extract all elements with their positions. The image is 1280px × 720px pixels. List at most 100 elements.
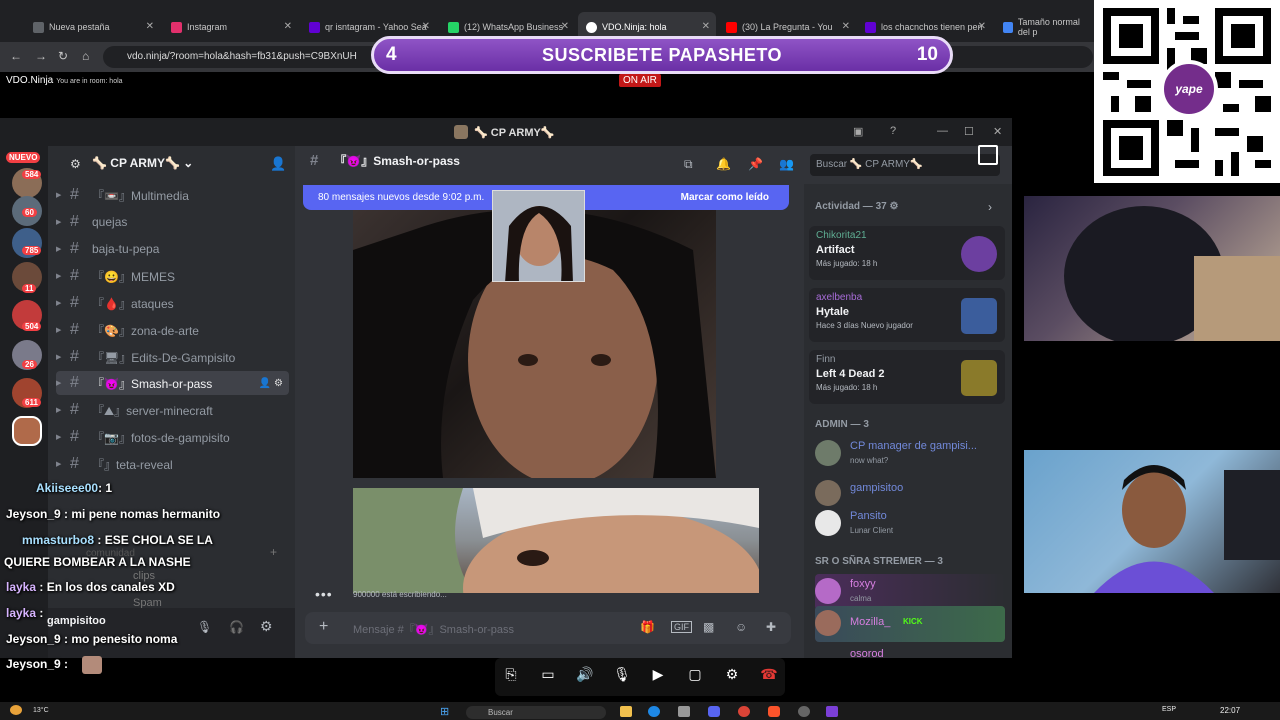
activity-game: Left 4 Dead 2 <box>816 368 885 380</box>
channel-label: quejas <box>92 215 128 229</box>
channel-item[interactable]: ▶ # quejas <box>56 210 289 234</box>
back-arrow-icon[interactable]: ← <box>10 49 22 63</box>
close-icon[interactable]: ✕ <box>284 21 292 32</box>
taskbar-search[interactable]: Buscar <box>466 706 606 719</box>
gif-icon[interactable]: GIF <box>671 621 692 633</box>
store-icon[interactable] <box>678 706 690 717</box>
speaker-icon[interactable]: 🔊 <box>574 666 596 688</box>
help-icon[interactable]: ? <box>890 125 896 137</box>
screen-share-icon[interactable]: ▢ <box>684 666 706 688</box>
channel-item[interactable]: ▶ # 『⛰』server-minecraft <box>56 398 289 422</box>
language-indicator[interactable]: ESP <box>1162 706 1176 713</box>
fullscreen-icon[interactable] <box>978 145 998 165</box>
gear-icon[interactable]: ⚙ <box>70 157 81 171</box>
channel-item[interactable]: ▶ # baja-tu-pepa <box>56 237 289 261</box>
close-window-icon[interactable]: ✕ <box>993 125 1002 138</box>
stream-chat-line: Jeyson_9 : mo penesito noma <box>6 632 177 646</box>
app-icon[interactable] <box>826 706 838 717</box>
settings-icon[interactable]: ⚙ <box>721 666 743 688</box>
camera-icon[interactable]: ▶ <box>647 666 669 688</box>
inbox-icon[interactable]: ▣ <box>853 125 863 138</box>
message-input[interactable]: Mensaje #『😈』Smash-or-pass <box>353 621 514 637</box>
gear-icon[interactable]: ⚙ <box>889 201 898 212</box>
webcam-feed <box>1024 450 1280 593</box>
discord-icon[interactable] <box>708 706 720 717</box>
obs-icon[interactable] <box>798 706 810 717</box>
close-icon[interactable]: ✕ <box>842 21 850 32</box>
edge-icon[interactable] <box>648 706 660 717</box>
new-messages-text: 80 mensajes nuevos desde 9:02 p.m. <box>318 192 485 203</box>
activity-user: Finn <box>816 354 836 365</box>
close-icon[interactable]: ✕ <box>978 21 986 32</box>
file-share-icon[interactable]: ⎘ <box>500 666 522 688</box>
add-member-icon[interactable]: 👤 <box>270 156 286 172</box>
apps-icon[interactable]: ✚ <box>766 620 776 634</box>
microphone-icon[interactable]: 🎙 <box>611 666 633 688</box>
chat-user: Jeyson_9 <box>6 657 61 671</box>
windows-start-icon[interactable]: ⊞ <box>440 705 449 718</box>
forward-arrow-icon[interactable]: → <box>35 49 47 63</box>
members-icon[interactable]: 👥 <box>779 157 794 171</box>
sticker-icon[interactable]: ▩ <box>703 620 714 634</box>
member-item[interactable]: osorod <box>815 644 1005 658</box>
chevron-right-icon[interactable]: › <box>988 200 992 214</box>
plus-icon[interactable]: + <box>319 618 328 636</box>
reload-icon[interactable]: ↻ <box>58 49 68 63</box>
chrome-icon[interactable] <box>738 706 750 717</box>
channel-item[interactable]: ▶ # 『🎨』zona-de-arte <box>56 318 289 342</box>
clock[interactable]: 22:07 <box>1220 706 1240 715</box>
channel-item[interactable]: ▶ # 『🖥』Edits-De-Gampisito <box>56 345 289 369</box>
member-item[interactable]: Mozilla_ KICK <box>815 606 1005 642</box>
channel-item[interactable]: ▶ # 『』teta-reveal <box>56 452 289 476</box>
gift-icon[interactable]: 🎁 <box>640 620 655 634</box>
member-item[interactable]: CP manager de gampisi... now what? <box>815 436 1005 472</box>
channel-item[interactable]: ▶ # 『📼』Multimedia <box>56 183 289 207</box>
channel-item[interactable]: ▶ # 『📷』fotos-de-gampisito <box>56 425 289 449</box>
game-icon <box>961 360 997 396</box>
activity-card[interactable]: axelbenba Hytale Hace 3 días Nuevo jugad… <box>809 288 1005 342</box>
file-explorer-icon[interactable] <box>620 706 632 717</box>
bell-icon[interactable]: 🔔 <box>716 157 731 171</box>
close-icon[interactable]: ✕ <box>422 21 430 32</box>
channel-item[interactable]: ▶ # 『🩸』ataques <box>56 291 289 315</box>
brave-icon[interactable] <box>768 706 780 717</box>
emoji-icon[interactable]: ☺ <box>735 620 747 634</box>
channel-label: 『🎨』zona-de-arte <box>92 323 199 338</box>
member-item[interactable]: foxyy calma <box>815 574 1005 610</box>
webcam-scene <box>1094 465 1280 593</box>
browser-tab[interactable]: Instagram ✕ <box>163 12 298 42</box>
activity-header-text: Actividad — 37 <box>815 201 887 212</box>
hangup-icon[interactable]: ☎ <box>758 666 780 688</box>
home-icon[interactable]: ⌂ <box>82 49 89 63</box>
guild-name[interactable]: 🦴 CP ARMY🦴 ⌄ <box>92 156 193 170</box>
chat-icon[interactable]: ▭ <box>537 666 559 688</box>
close-icon[interactable]: ✕ <box>146 21 154 32</box>
pin-icon[interactable]: 📌 <box>748 157 763 171</box>
member-item[interactable]: Pansito Lunar Client <box>815 506 1005 542</box>
minimize-icon[interactable]: — <box>937 125 948 137</box>
mark-read-button[interactable]: Marcar como leído <box>681 192 769 203</box>
headphones-icon[interactable]: 🎧 <box>229 620 244 634</box>
server-icon-active[interactable] <box>12 416 42 446</box>
channel-item[interactable]: ▶ # 『😀』MEMES <box>56 264 289 288</box>
member-name: Pansito <box>850 510 887 522</box>
chevron-right-icon: ▶ <box>56 300 62 307</box>
user-panel-name[interactable]: gampisitoo <box>47 615 106 627</box>
member-name: Mozilla_ <box>850 616 891 628</box>
browser-tab[interactable]: Tamaño normal del p <box>995 12 1093 42</box>
activity-card[interactable]: Chikorita21 Artifact Más jugado: 18 h <box>809 226 1005 280</box>
channel-item-active[interactable]: ▶ # 『😈』Smash-or-pass 👤 ⚙ <box>56 371 289 395</box>
settings-icon[interactable]: 👤 ⚙ <box>259 378 283 389</box>
user-settings-icon[interactable]: ⚙ <box>260 618 273 635</box>
close-icon[interactable]: ✕ <box>561 21 569 32</box>
video-frame[interactable] <box>353 488 759 593</box>
browser-tab[interactable]: Nueva pestaña ✕ <box>25 12 160 42</box>
close-icon[interactable]: ✕ <box>702 21 710 32</box>
message-composer[interactable]: + Mensaje #『😈』Smash-or-pass 🎁 GIF ▩ ☺ ✚ <box>305 612 791 644</box>
plus-icon[interactable]: + <box>270 545 277 559</box>
activity-card[interactable]: Finn Left 4 Dead 2 Más jugado: 18 h <box>809 350 1005 404</box>
search-input[interactable]: Buscar 🦴 CP ARMY🦴 <box>810 154 1000 176</box>
microphone-icon[interactable]: 🎙 <box>197 620 212 634</box>
threads-icon[interactable]: ⧉ <box>684 157 693 172</box>
maximize-icon[interactable]: ☐ <box>964 125 974 138</box>
